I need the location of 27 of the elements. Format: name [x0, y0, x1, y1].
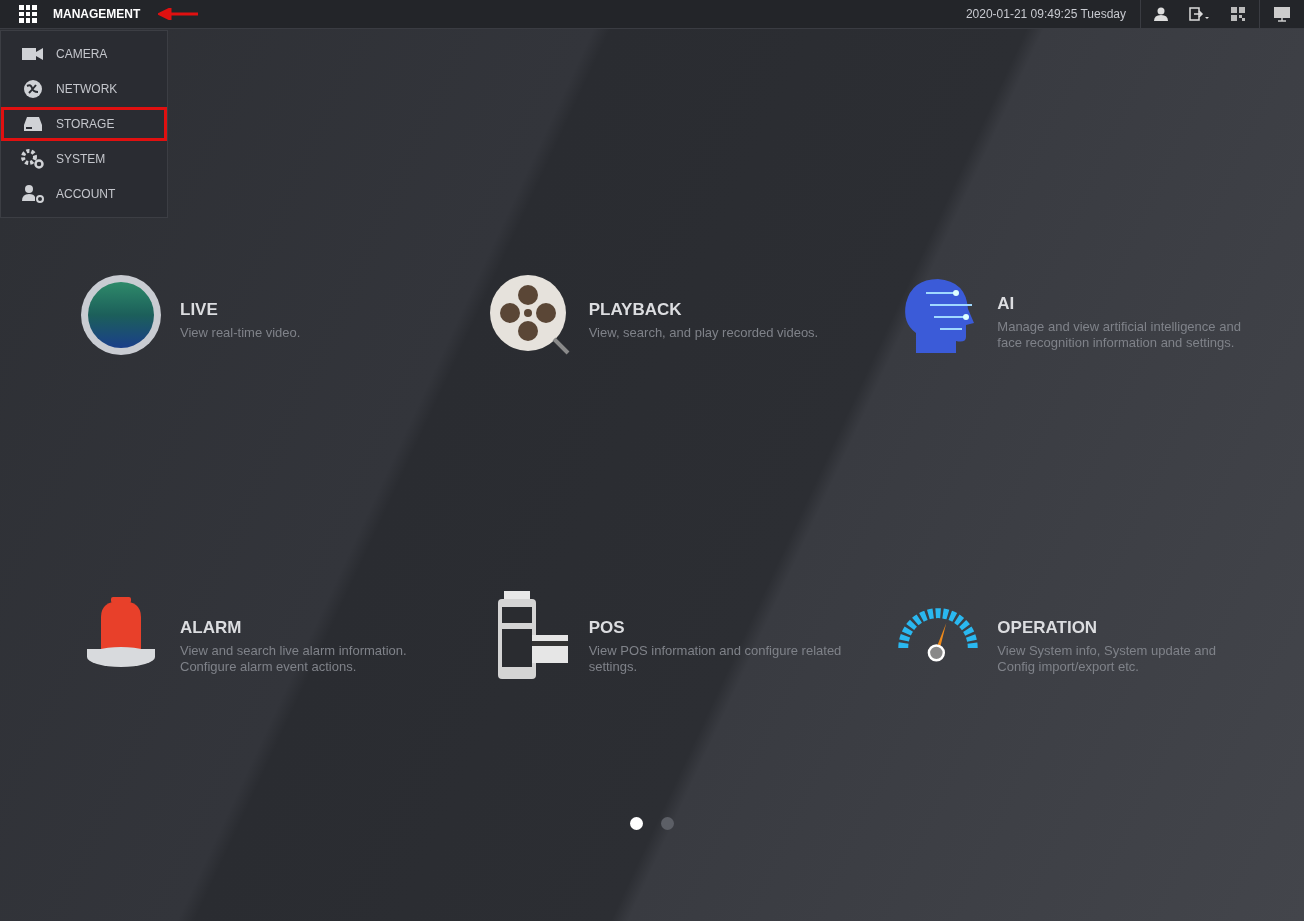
module-title[interactable]: POS: [588, 615, 847, 641]
hard-drive-icon: [23, 116, 43, 132]
dropdown-item[interactable]: SYSTEM: [1, 142, 167, 176]
date-time: 2020-01-21 09:49:25 Tuesday: [965, 6, 1126, 23]
module-title[interactable]: LIVE: [180, 297, 301, 323]
video-camera-icon: [22, 47, 44, 61]
globe-button-icon: [79, 273, 163, 357]
module-description: View real-time video.: [180, 324, 301, 341]
module-description: View System info, System update and Config import/export etc.: [997, 642, 1218, 675]
module-description: View, search, and play recorded videos.: [588, 324, 819, 341]
dropdown-item[interactable]: CAMERA: [1, 37, 167, 71]
film-reel-icon: [487, 273, 572, 357]
management-menu[interactable]: MANAGEMENT: [53, 5, 141, 23]
module-title[interactable]: OPERATION: [997, 615, 1256, 641]
dropdown-item[interactable]: ACCOUNT: [1, 177, 167, 211]
dropdown-item[interactable]: STORAGE: [1, 107, 167, 141]
module-description: View POS information and configure related settings.: [588, 642, 843, 675]
grid-menu-button[interactable]: [19, 5, 37, 23]
dropdown-item[interactable]: NETWORK: [1, 72, 167, 106]
gears-icon: [21, 149, 45, 169]
module-title[interactable]: AI: [997, 291, 1256, 317]
module-title[interactable]: ALARM: [180, 615, 438, 641]
module-description: View and search live alarm information. Configure alarm event actions.: [180, 642, 408, 675]
module-title[interactable]: PLAYBACK: [588, 297, 819, 323]
user-gear-icon: [21, 184, 45, 204]
module-description: Manage and view artificial intelligence and face recognition information and settings.: [997, 318, 1242, 351]
module-icon-button[interactable]: [78, 273, 164, 357]
